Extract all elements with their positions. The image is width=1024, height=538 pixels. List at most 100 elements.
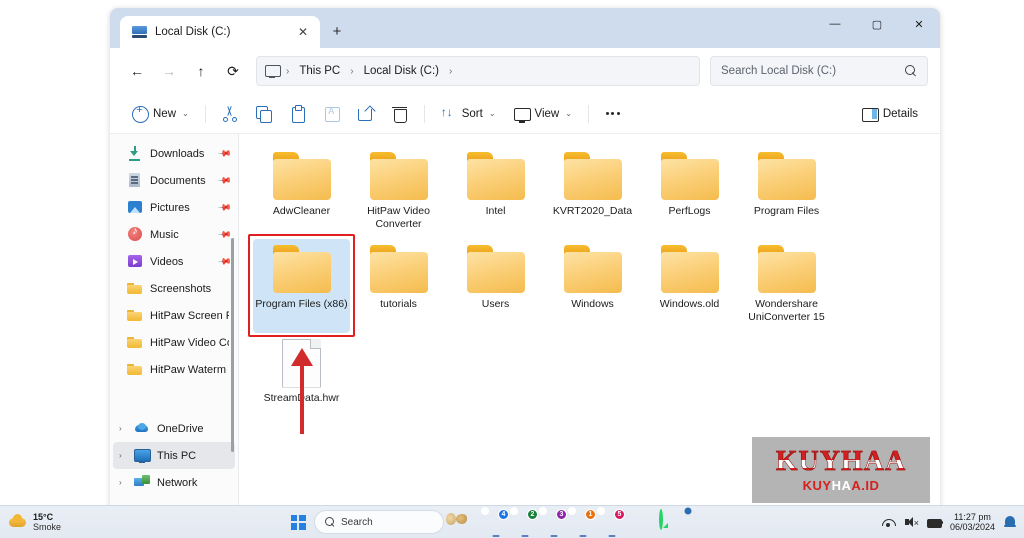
- sidebar-item-onedrive[interactable]: › OneDrive: [113, 415, 235, 442]
- folder-item[interactable]: Program Files: [738, 146, 835, 239]
- sort-icon: [441, 105, 457, 122]
- weather-widget[interactable]: 15°C Smoke: [8, 512, 128, 532]
- copy-button[interactable]: [248, 100, 280, 128]
- sidebar-item-hitpaw-video-converter[interactable]: HitPaw Video Co: [113, 329, 235, 356]
- badge-count: 5: [614, 509, 625, 520]
- taskbar-search-box[interactable]: Search: [314, 510, 444, 534]
- volume-muted-icon[interactable]: ×: [904, 515, 919, 529]
- back-button[interactable]: ←: [122, 57, 152, 85]
- maximize-button[interactable]: ▢: [856, 8, 898, 40]
- close-tab-icon[interactable]: ✕: [294, 23, 312, 41]
- sidebar-item-downloads[interactable]: Downloads 📌: [113, 140, 235, 167]
- pin-icon[interactable]: 📌: [217, 146, 232, 161]
- clock[interactable]: 11:27 pm 06/03/2024: [950, 512, 995, 533]
- pin-icon[interactable]: 📌: [217, 254, 232, 269]
- sidebar-item-hitpaw-screen-recorder[interactable]: HitPaw Screen R: [113, 302, 235, 329]
- sort-button[interactable]: Sort ⌄: [433, 100, 504, 128]
- folder-item[interactable]: tutorials: [350, 239, 447, 332]
- sidebar-item-music[interactable]: Music 📌: [113, 221, 235, 248]
- pin-icon[interactable]: 📌: [217, 200, 232, 215]
- sidebar-item-videos[interactable]: Videos 📌: [113, 248, 235, 275]
- sidebar-item-label: Music: [150, 228, 179, 241]
- breadcrumb-item-local-disk[interactable]: Local Disk (C:): [358, 63, 445, 79]
- breadcrumb-separator[interactable]: ›: [348, 66, 355, 77]
- command-bar: New ⌄ Sor: [110, 94, 940, 134]
- folder-item[interactable]: KVRT2020_Data: [544, 146, 641, 239]
- view-button[interactable]: View ⌄: [506, 100, 580, 128]
- badge-count: 4: [498, 509, 509, 520]
- settings-icon[interactable]: [688, 511, 710, 533]
- chrome-icon[interactable]: 1: [572, 509, 596, 537]
- new-button[interactable]: New ⌄: [124, 100, 197, 128]
- folder-item[interactable]: Intel: [447, 146, 544, 239]
- minimize-button[interactable]: —: [814, 8, 856, 40]
- breadcrumb-separator[interactable]: ›: [447, 66, 454, 77]
- share-button[interactable]: [350, 100, 382, 128]
- item-label: Windows: [571, 298, 614, 311]
- whatsapp-icon[interactable]: [659, 509, 681, 533]
- wifi-icon[interactable]: [881, 515, 895, 529]
- close-window-button[interactable]: ✕: [898, 8, 940, 40]
- pin-icon[interactable]: 📌: [217, 227, 232, 242]
- generic-file-icon: [271, 338, 333, 388]
- folder-item[interactable]: PerfLogs: [641, 146, 738, 239]
- folder-item[interactable]: Program Files (x86): [253, 239, 350, 333]
- rename-button[interactable]: [316, 100, 348, 128]
- up-button[interactable]: ↑: [186, 57, 216, 85]
- sidebar-item-label: Screenshots: [150, 282, 212, 295]
- sidebar-item-documents[interactable]: Documents 📌: [113, 167, 235, 194]
- chevron-right-icon[interactable]: ›: [119, 451, 128, 460]
- cut-button[interactable]: [214, 100, 246, 128]
- forward-button[interactable]: →: [154, 57, 184, 85]
- search-input[interactable]: Search Local Disk (C:): [710, 56, 928, 86]
- new-label: New: [153, 107, 177, 120]
- paste-button[interactable]: [282, 100, 314, 128]
- delete-button[interactable]: [384, 100, 416, 128]
- sidebar-scrollbar[interactable]: [231, 238, 234, 452]
- this-pc-icon: [265, 65, 281, 78]
- refresh-button[interactable]: ⟳: [218, 57, 248, 85]
- watermark-title: KUYHAA: [775, 445, 907, 477]
- folder-icon: [368, 245, 430, 294]
- breadcrumb-separator[interactable]: ›: [284, 66, 291, 77]
- new-tab-button[interactable]: +: [326, 21, 348, 41]
- breadcrumb-item-this-pc[interactable]: This PC: [293, 63, 346, 79]
- search-icon: [905, 65, 917, 77]
- file-explorer-icon[interactable]: [630, 511, 652, 533]
- chevron-right-icon[interactable]: ›: [119, 478, 128, 487]
- battery-icon[interactable]: [926, 515, 943, 529]
- folder-icon: [659, 152, 721, 201]
- sidebar-item-this-pc[interactable]: › This PC: [113, 442, 235, 469]
- scissors-icon: [222, 106, 238, 122]
- weather-condition: Smoke: [33, 522, 62, 532]
- tab-local-disk-c[interactable]: Local Disk (C:) ✕: [120, 16, 320, 48]
- paint-app-icon[interactable]: [456, 511, 478, 533]
- chrome-icon[interactable]: 2: [514, 509, 538, 537]
- chevron-down-icon: ⌄: [488, 109, 496, 118]
- chrome-icon[interactable]: 5: [601, 509, 625, 537]
- folder-item[interactable]: AdwCleaner: [253, 146, 350, 239]
- toolbar-divider: [587, 104, 589, 123]
- notifications-bell-icon[interactable]: [1004, 515, 1016, 529]
- music-icon: [127, 225, 143, 242]
- breadcrumb[interactable]: › This PC › Local Disk (C:) ›: [256, 56, 700, 86]
- start-button[interactable]: [286, 510, 310, 534]
- folder-item[interactable]: Windows: [544, 239, 641, 332]
- sidebar-item-network[interactable]: › Network: [113, 469, 235, 496]
- see-more-button[interactable]: [597, 100, 629, 128]
- folder-icon: [127, 362, 143, 377]
- sidebar-item-hitpaw-watermark[interactable]: HitPaw Waterm: [113, 356, 235, 383]
- folder-item[interactable]: Users: [447, 239, 544, 332]
- folder-item[interactable]: HitPaw Video Converter: [350, 146, 447, 239]
- chevron-right-icon[interactable]: ›: [119, 424, 128, 433]
- folder-icon: [271, 245, 333, 294]
- chrome-icon[interactable]: 4: [485, 509, 509, 537]
- sidebar-item-screenshots[interactable]: Screenshots: [113, 275, 235, 302]
- sidebar-item-pictures[interactable]: Pictures 📌: [113, 194, 235, 221]
- folder-item[interactable]: Windows.old: [641, 239, 738, 332]
- details-pane-button[interactable]: Details: [854, 100, 926, 128]
- folder-item[interactable]: Wondershare UniConverter 15: [738, 239, 835, 332]
- file-item[interactable]: StreamData.hwr: [253, 333, 350, 413]
- pin-icon[interactable]: 📌: [217, 173, 232, 188]
- chrome-icon[interactable]: 3: [543, 509, 567, 537]
